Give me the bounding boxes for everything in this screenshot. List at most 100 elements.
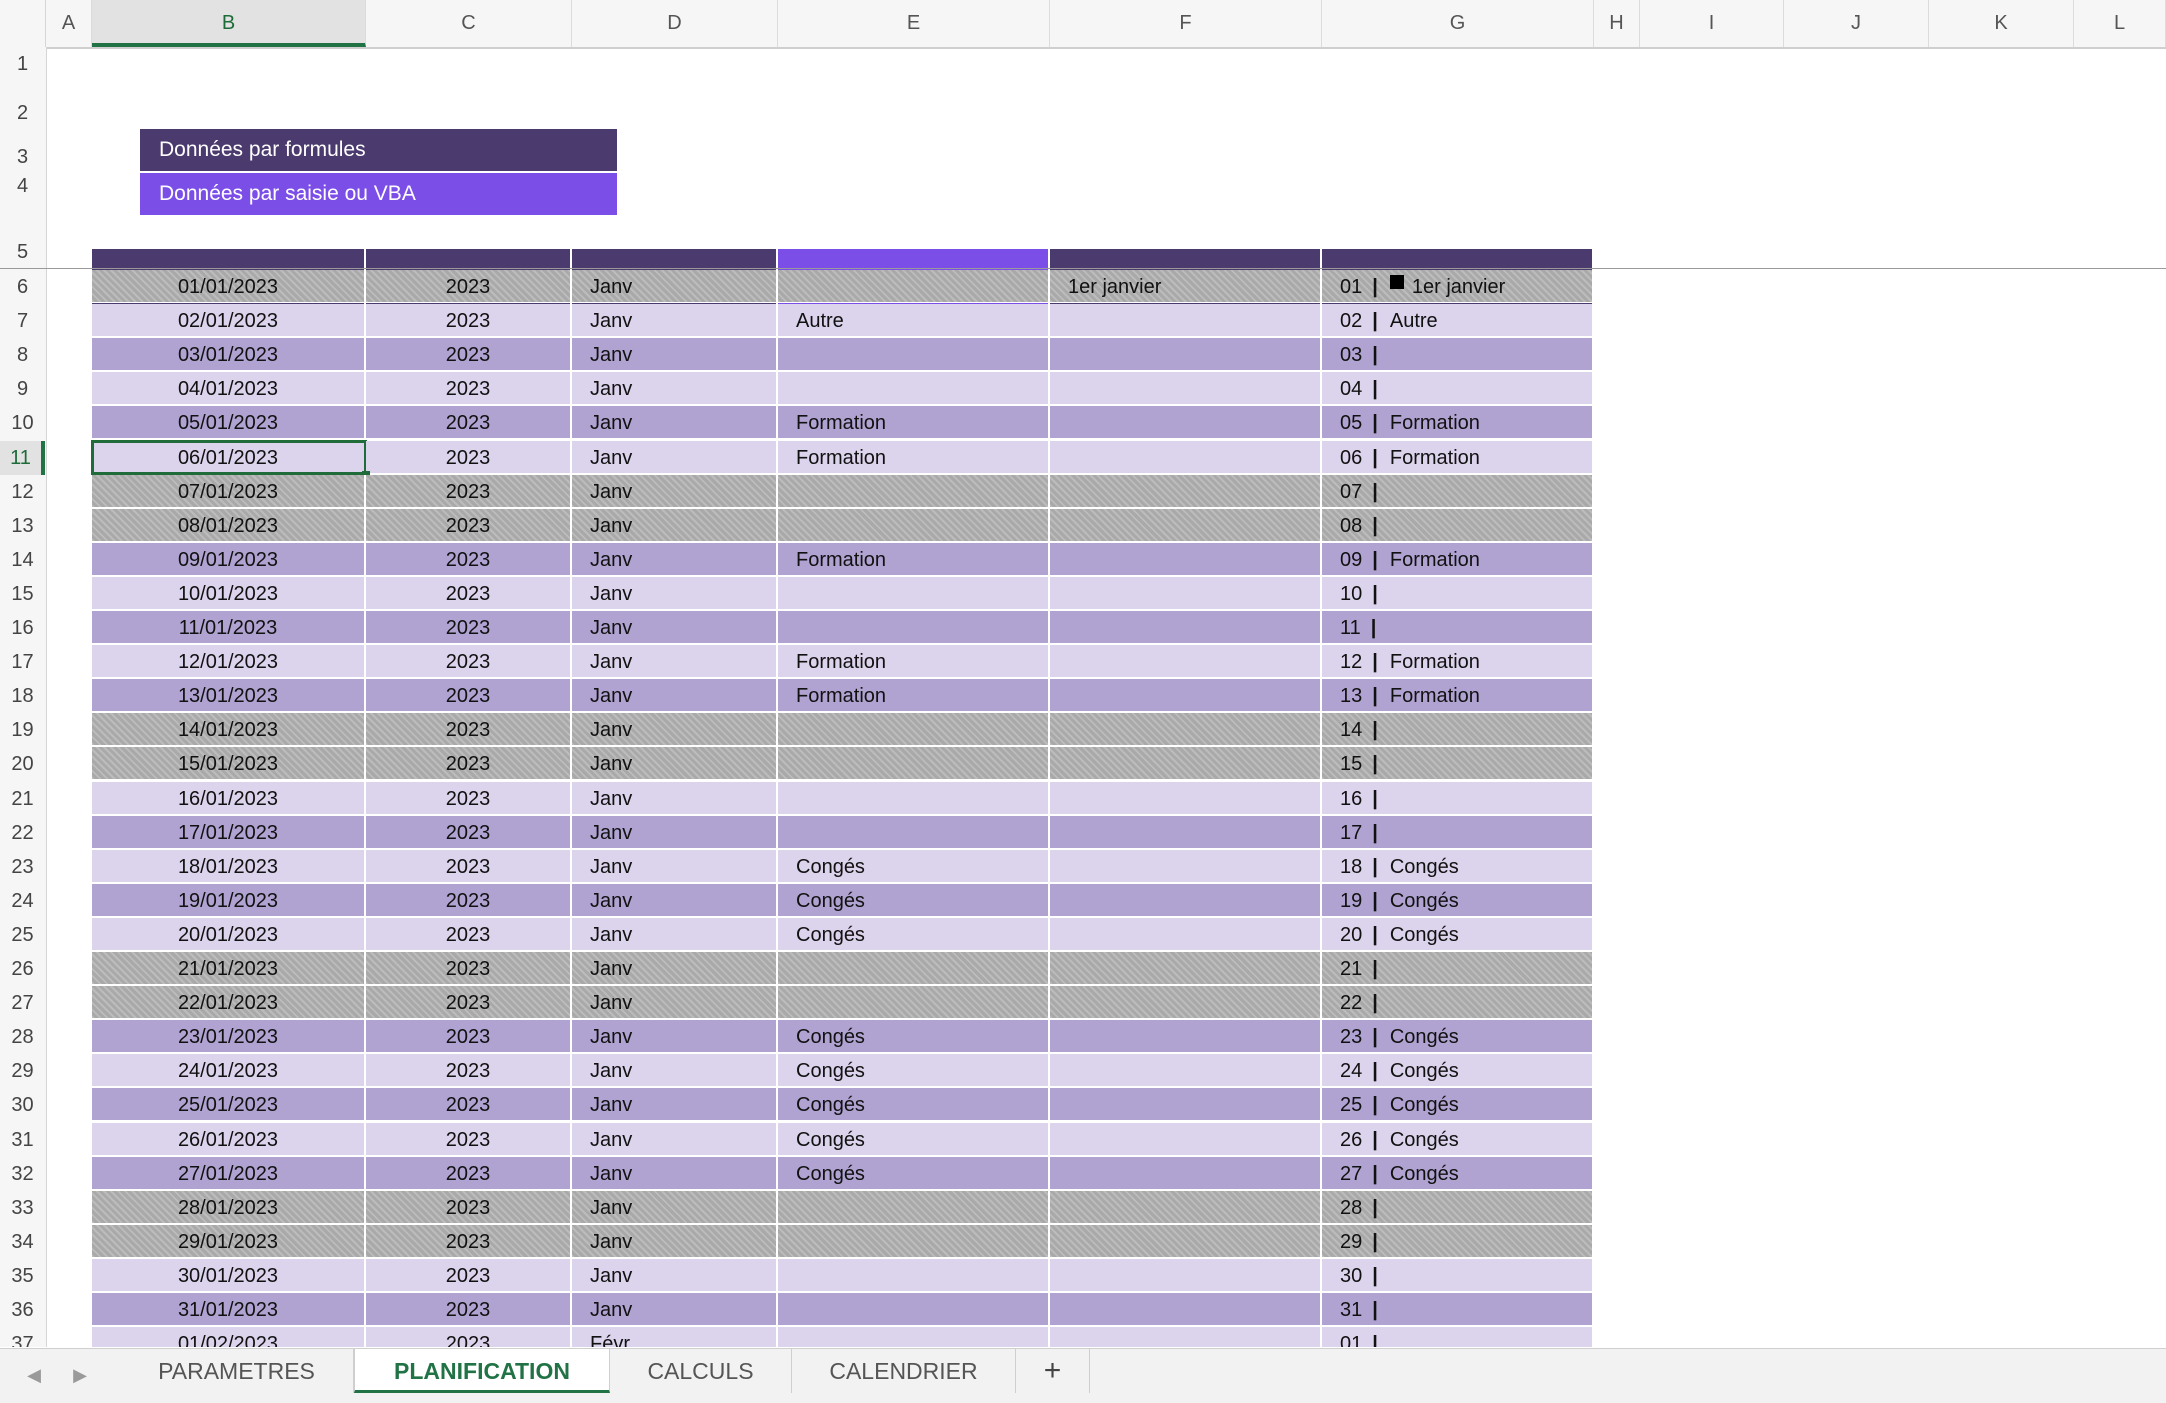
row-header-31[interactable]: 31	[0, 1123, 45, 1157]
tab-planification[interactable]: PLANIFICATION	[354, 1349, 610, 1393]
cell-date[interactable]: 05/01/2023	[92, 406, 366, 440]
cell-date[interactable]: 28/01/2023	[92, 1190, 366, 1224]
row-header-17[interactable]: 17	[0, 645, 45, 679]
cell-display[interactable]: 01 | 1er janvier	[1322, 270, 1594, 303]
cell-date[interactable]: 23/01/2023	[92, 1020, 366, 1054]
cell-display[interactable]: 15 |	[1322, 747, 1594, 781]
cell-holiday[interactable]	[1050, 338, 1322, 372]
cell-date[interactable]: 14/01/2023	[92, 713, 366, 747]
cell-holiday[interactable]	[1050, 611, 1322, 644]
cell-month[interactable]: Janv	[572, 611, 778, 644]
row-header-37[interactable]: 37	[0, 1327, 45, 1347]
cell-date[interactable]: 20/01/2023	[92, 917, 366, 951]
cell-date[interactable]: 12/01/2023	[92, 645, 366, 679]
cell-display[interactable]: 25 | Congés	[1322, 1088, 1594, 1122]
cell-year[interactable]: 2023	[366, 304, 572, 338]
row-header-8[interactable]: 8	[0, 338, 45, 372]
cell-holiday[interactable]: 1er janvier	[1050, 270, 1322, 303]
cell-event[interactable]	[778, 611, 1050, 644]
cell-display[interactable]: 14 |	[1322, 713, 1594, 747]
cell-display[interactable]: 31 |	[1322, 1293, 1594, 1326]
cell-date[interactable]: 30/01/2023	[92, 1258, 366, 1292]
column-header-d[interactable]: D	[572, 0, 778, 47]
row-header-29[interactable]: 29	[0, 1054, 45, 1088]
cell-event[interactable]	[778, 1190, 1050, 1224]
cell-display[interactable]: 18 | Congés	[1322, 849, 1594, 883]
cell-month[interactable]: Janv	[572, 645, 778, 679]
cell-month[interactable]: Janv	[572, 270, 778, 303]
cell-date[interactable]: 24/01/2023	[92, 1054, 366, 1088]
cell-date[interactable]: 18/01/2023	[92, 849, 366, 883]
row-header-4[interactable]: 4	[0, 170, 45, 202]
cell-event[interactable]: Congés	[778, 1122, 1050, 1156]
cell-month[interactable]: Janv	[572, 508, 778, 542]
cell-event[interactable]: Formation	[778, 440, 1050, 474]
cell-display[interactable]: 12 | Formation	[1322, 645, 1594, 679]
cell-holiday[interactable]	[1050, 952, 1322, 985]
cell-date[interactable]: 17/01/2023	[92, 815, 366, 849]
cell-display[interactable]: 16 |	[1322, 781, 1594, 815]
cell-event[interactable]: Formation	[778, 645, 1050, 679]
cell-event[interactable]: Congés	[778, 1054, 1050, 1088]
row-header-3[interactable]: 3	[0, 126, 45, 170]
cell-holiday[interactable]	[1050, 883, 1322, 917]
cell-date[interactable]: 01/01/2023	[92, 270, 366, 303]
cell-date[interactable]: 08/01/2023	[92, 508, 366, 542]
cell-display[interactable]: 22 |	[1322, 986, 1594, 1020]
cell-year[interactable]: 2023	[366, 781, 572, 815]
row-header-5[interactable]: 5	[0, 202, 45, 268]
cell-holiday[interactable]	[1050, 508, 1322, 542]
cell-date[interactable]: 01/02/2023	[92, 1327, 366, 1347]
cell-holiday[interactable]	[1050, 440, 1322, 474]
cell-holiday[interactable]	[1050, 1122, 1322, 1156]
cell-date[interactable]: 25/01/2023	[92, 1088, 366, 1122]
cell-holiday[interactable]	[1050, 713, 1322, 747]
cell-month[interactable]: Janv	[572, 713, 778, 747]
cell-year[interactable]: 2023	[366, 1122, 572, 1156]
row-header-27[interactable]: 27	[0, 986, 45, 1020]
cell-year[interactable]: 2023	[366, 1258, 572, 1292]
cell-year[interactable]: 2023	[366, 406, 572, 440]
column-header-i[interactable]: I	[1640, 0, 1784, 47]
row-header-32[interactable]: 32	[0, 1157, 45, 1191]
cell-year[interactable]: 2023	[366, 372, 572, 406]
cell-display[interactable]: 28 |	[1322, 1190, 1594, 1224]
cell-display[interactable]: 06 | Formation	[1322, 440, 1594, 474]
row-header-11[interactable]: 11	[0, 440, 45, 475]
column-header-c[interactable]: C	[366, 0, 572, 47]
column-header-e[interactable]: E	[778, 0, 1050, 47]
cell-month[interactable]: Janv	[572, 1190, 778, 1224]
cell-holiday[interactable]	[1050, 645, 1322, 679]
row-header-24[interactable]: 24	[0, 884, 45, 918]
cell-month[interactable]: Janv	[572, 304, 778, 338]
cell-event[interactable]: Congés	[778, 917, 1050, 951]
cell-date[interactable]: 07/01/2023	[92, 474, 366, 508]
cell-date[interactable]: 19/01/2023	[92, 883, 366, 917]
cell-holiday[interactable]	[1050, 815, 1322, 849]
cell-year[interactable]: 2023	[366, 815, 572, 849]
row-header-34[interactable]: 34	[0, 1225, 45, 1259]
cell-year[interactable]: 2023	[366, 952, 572, 985]
cell-month[interactable]: Janv	[572, 542, 778, 576]
cell-event[interactable]	[778, 1258, 1050, 1292]
cell-year[interactable]: 2023	[366, 508, 572, 542]
cell-year[interactable]: 2023	[366, 1293, 572, 1326]
cell-date[interactable]: 26/01/2023	[92, 1122, 366, 1156]
row-header-12[interactable]: 12	[0, 475, 45, 509]
cell-month[interactable]: Janv	[572, 849, 778, 883]
cell-month[interactable]: Janv	[572, 1122, 778, 1156]
tab-calendrier[interactable]: CALENDRIER	[792, 1349, 1016, 1393]
cell-year[interactable]: 2023	[366, 576, 572, 610]
prev-sheet-icon[interactable]: ◀	[22, 1363, 46, 1387]
cell-holiday[interactable]	[1050, 679, 1322, 713]
row-header-19[interactable]: 19	[0, 713, 45, 747]
column-header-k[interactable]: K	[1929, 0, 2074, 47]
sheet-grid[interactable]: Données par formules Données par saisie …	[47, 47, 2166, 1347]
column-header-a[interactable]: A	[46, 0, 92, 47]
cell-year[interactable]: 2023	[366, 1054, 572, 1088]
row-header-16[interactable]: 16	[0, 611, 45, 645]
cell-month[interactable]: Janv	[572, 679, 778, 713]
tab-parametres[interactable]: PARAMETRES	[120, 1349, 354, 1393]
row-header-7[interactable]: 7	[0, 304, 45, 338]
cell-year[interactable]: 2023	[366, 1088, 572, 1122]
